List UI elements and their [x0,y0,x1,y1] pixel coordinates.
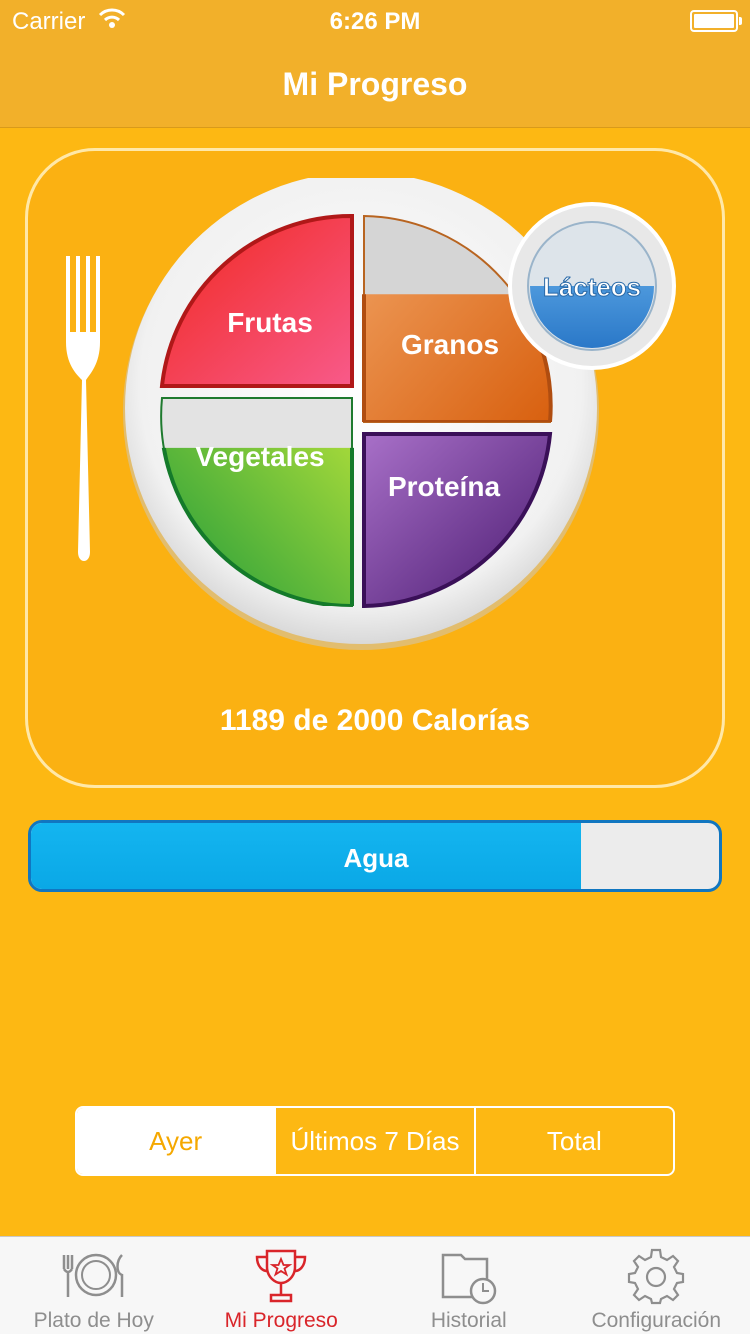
tab-mi-progreso[interactable]: Mi Progreso [188,1237,376,1334]
folder-clock-icon [441,1253,496,1305]
plate-icon [62,1253,123,1297]
water-progress-bar[interactable]: Agua [28,820,722,892]
granos-label: Granos [401,329,499,360]
tab-bar: Plato de Hoy Mi Progreso Historial Confi… [0,1236,750,1334]
battery-icon [690,10,742,32]
tab-progreso-label: Mi Progreso [224,1309,338,1332]
proteina-label: Proteína [388,471,500,502]
tab-configuracion[interactable]: Configuración [563,1237,750,1334]
gear-icon [628,1248,685,1305]
trophy-icon [255,1249,307,1303]
tab-plato-de-hoy[interactable]: Plato de Hoy [0,1237,188,1334]
period-segmented-control[interactable]: Ayer Últimos 7 Días Total [75,1106,675,1176]
calories-summary: 1189 de 2000 Calorías [219,704,531,737]
water-label: Agua [343,843,409,873]
segment-ultimos-7-dias[interactable]: Últimos 7 Días [276,1108,476,1174]
tab-plato-label: Plato de Hoy [33,1309,154,1332]
navigation-bar: Mi Progreso [0,40,750,128]
vegetales-label: Vegetales [195,441,324,472]
tab-config-label: Configuración [591,1309,722,1332]
segment-ayer[interactable]: Ayer [77,1108,277,1174]
lacteos-label: Lácteos [543,272,641,302]
frutas-segment[interactable] [159,213,354,388]
tab-historial[interactable]: Historial [375,1237,563,1334]
tab-historial-label: Historial [430,1309,507,1332]
page-title: Mi Progreso [282,66,468,102]
frutas-label: Frutas [227,307,313,338]
clock: 6:26 PM [329,8,421,35]
fork-icon [66,256,100,561]
myplate-graphic[interactable]: Frutas Granos Vegetales Proteína Lácteos [118,178,718,658]
status-bar: Carrier 6:26 PM [0,0,750,40]
segment-total[interactable]: Total [476,1108,673,1174]
